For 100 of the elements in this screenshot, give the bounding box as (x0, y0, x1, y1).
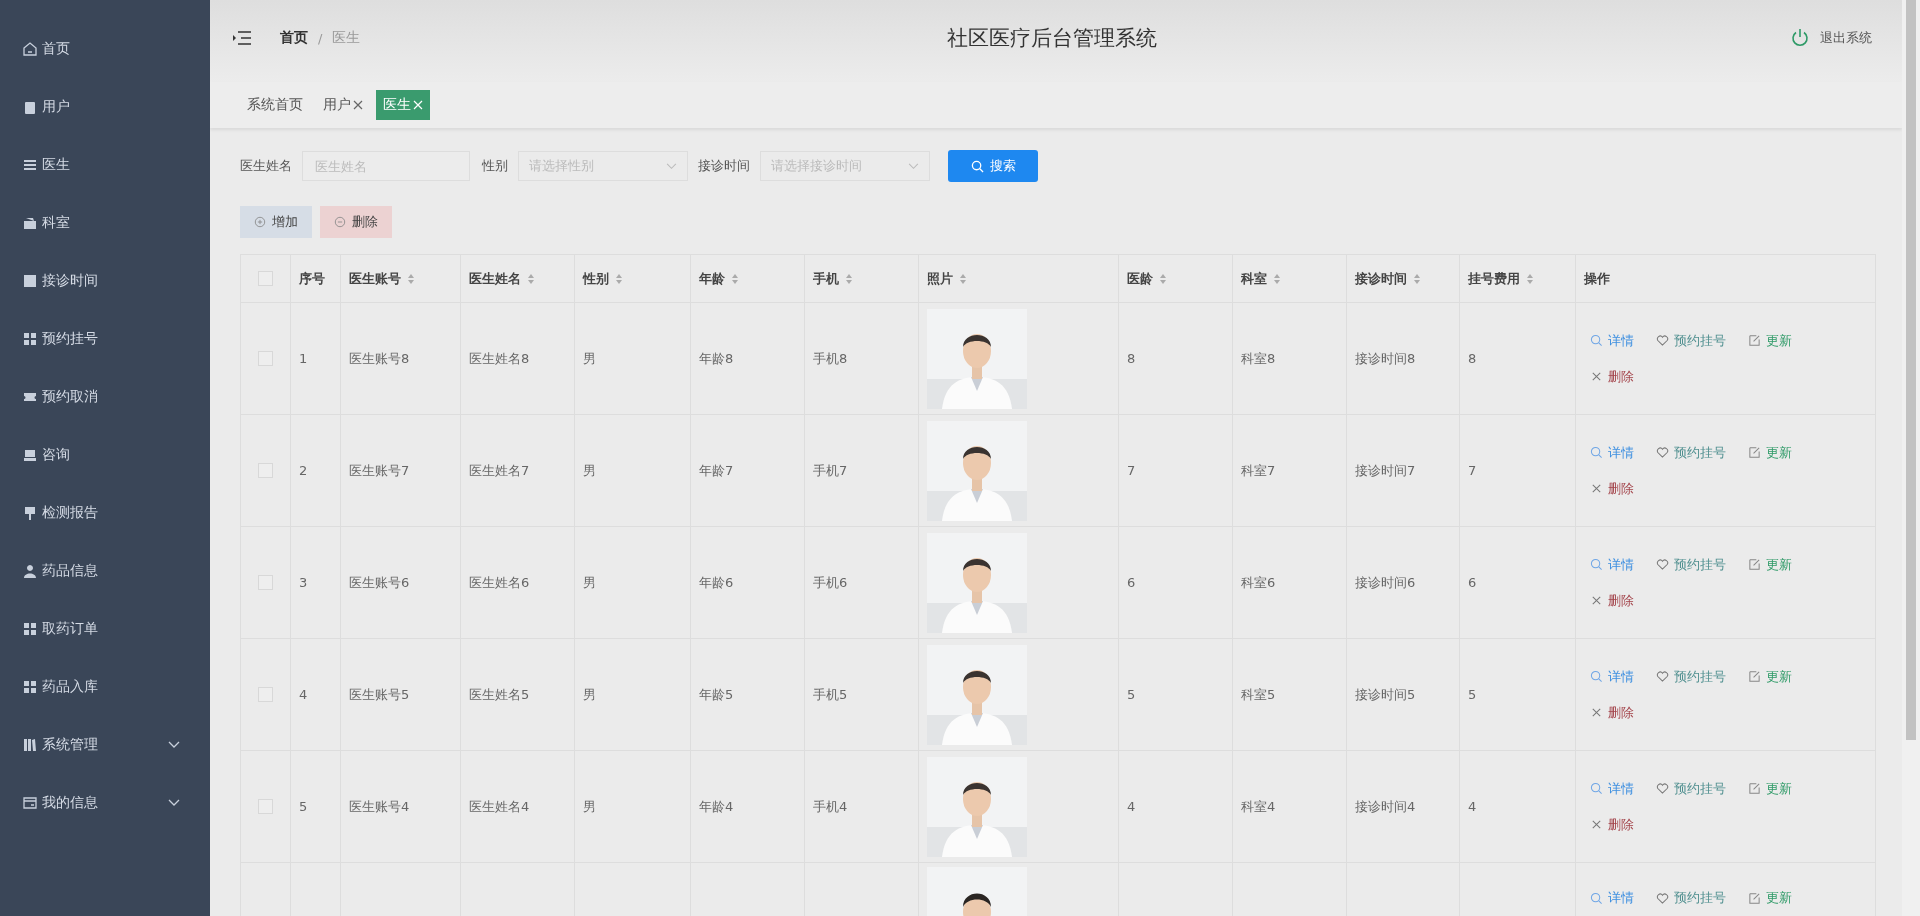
table-cell: 医生姓名7 (469, 461, 530, 480)
action-link[interactable]: 预约挂号 (1656, 555, 1726, 574)
sidebar-item[interactable]: 预约挂号 (0, 310, 210, 368)
sort-icon[interactable] (615, 272, 623, 285)
sidebar-item[interactable]: 接诊时间 (0, 252, 210, 310)
breadcrumb-item[interactable]: 首页 (280, 29, 308, 47)
app-title: 社区医疗后台管理系统 (947, 25, 1157, 52)
column-header: 性别 (583, 269, 609, 288)
action-link[interactable]: 预约挂号 (1656, 667, 1726, 686)
action-link[interactable]: 更新 (1748, 555, 1792, 574)
column-header: 手机 (813, 269, 839, 288)
action-link[interactable]: 更新 (1748, 779, 1792, 798)
sidebar-item[interactable]: 医生 (0, 136, 210, 194)
action-link[interactable]: 删除 (1590, 479, 1634, 498)
action-link[interactable]: 删除 (1590, 815, 1634, 834)
table-cell: 手机4 (813, 797, 848, 816)
edit-icon (1748, 446, 1761, 459)
action-link[interactable]: 详情 (1590, 331, 1634, 350)
action-link[interactable]: 删除 (1590, 591, 1634, 610)
sidebar-item[interactable]: 预约取消 (0, 368, 210, 426)
column-header: 序号 (299, 269, 325, 288)
action-link[interactable]: 更新 (1748, 331, 1792, 350)
scrollbar[interactable] (1902, 0, 1920, 916)
action-link[interactable]: 预约挂号 (1656, 779, 1726, 798)
sidebar-item[interactable]: 系统管理 (0, 716, 210, 774)
table-cell: 男 (583, 461, 596, 480)
column-header: 医生姓名 (469, 269, 521, 288)
filter-label: 医生姓名 (240, 157, 292, 175)
action-link[interactable]: 详情 (1590, 555, 1634, 574)
action-link[interactable]: 预约挂号 (1656, 889, 1726, 907)
action-link[interactable]: 更新 (1748, 889, 1792, 907)
sidebar-item[interactable]: 咨询 (0, 426, 210, 484)
sidebar-item[interactable]: 用户 (0, 78, 210, 136)
table-cell: 医生姓名8 (469, 349, 530, 368)
action-link[interactable]: 更新 (1748, 443, 1792, 462)
sidebar-item[interactable]: 药品入库 (0, 658, 210, 716)
sidebar-item[interactable]: 取药订单 (0, 600, 210, 658)
sidebar-item[interactable]: 检测报告 (0, 484, 210, 542)
action-link[interactable]: 详情 (1590, 443, 1634, 462)
user-icon (22, 563, 38, 579)
sidebar-item[interactable]: 科室 (0, 194, 210, 252)
search-icon (1590, 670, 1603, 683)
table-cell: 年龄4 (699, 797, 734, 816)
table-cell: 4 (1127, 799, 1136, 814)
menu-icon[interactable] (232, 30, 252, 46)
action-link[interactable]: 详情 (1590, 667, 1634, 686)
logout-link[interactable]: 退出系统 (1542, 28, 1872, 48)
close-icon (1590, 482, 1603, 495)
action-link[interactable]: 预约挂号 (1656, 443, 1726, 462)
sort-icon[interactable] (527, 272, 535, 285)
sort-icon[interactable] (845, 272, 853, 285)
list-icon (22, 157, 38, 173)
edit-icon (1748, 558, 1761, 571)
sort-icon[interactable] (1526, 272, 1534, 285)
table-cell: 科室6 (1241, 573, 1276, 592)
table-cell: 医生姓名6 (469, 573, 530, 592)
action-link[interactable]: 详情 (1590, 889, 1634, 907)
table-cell: 6 (1127, 575, 1136, 590)
table-cell: 5 (1127, 687, 1136, 702)
table-cell: 男 (583, 797, 596, 816)
tab[interactable]: 系统首页 (240, 90, 310, 120)
tab[interactable]: 医生 (376, 90, 430, 120)
delete-button[interactable]: 删除 (320, 206, 392, 238)
sidebar-item[interactable]: 我的信息 (0, 774, 210, 832)
sort-icon[interactable] (1159, 272, 1167, 285)
table-cell: 男 (583, 685, 596, 704)
tab[interactable]: 用户 (316, 90, 370, 120)
sort-icon[interactable] (731, 272, 739, 285)
sort-icon[interactable] (1273, 272, 1281, 285)
table-cell: 医生账号5 (349, 685, 410, 704)
table-cell: 手机7 (813, 461, 848, 480)
heart-icon (1656, 891, 1669, 905)
edit-icon (1748, 782, 1761, 795)
search-button[interactable]: 搜索 (948, 150, 1038, 182)
table-cell: 接诊时间7 (1355, 461, 1416, 480)
action-link[interactable]: 预约挂号 (1656, 331, 1726, 350)
action-link[interactable]: 删除 (1590, 367, 1634, 386)
filter-label: 性别 (482, 157, 508, 175)
table-cell: 年龄6 (699, 573, 734, 592)
add-button[interactable]: 增加 (240, 206, 312, 238)
minus-circle-icon (334, 216, 346, 228)
sort-icon[interactable] (959, 272, 967, 285)
sidebar-item[interactable]: 首页 (0, 20, 210, 78)
sidebar-item[interactable]: 药品信息 (0, 542, 210, 600)
grid-icon (22, 621, 38, 637)
sort-icon[interactable] (407, 272, 415, 285)
table-cell: 接诊时间6 (1355, 573, 1416, 592)
action-link[interactable]: 更新 (1748, 667, 1792, 686)
action-link[interactable]: 详情 (1590, 779, 1634, 798)
close-icon (1590, 594, 1603, 607)
close-icon (1590, 706, 1603, 719)
sort-icon[interactable] (1413, 272, 1421, 285)
table-cell: 接诊时间4 (1355, 797, 1416, 816)
table-cell: 男 (583, 573, 596, 592)
table-cell: 5 (299, 799, 308, 814)
table-cell: 科室8 (1241, 349, 1276, 368)
close-icon[interactable] (353, 100, 363, 110)
table-cell: 手机8 (813, 349, 848, 368)
action-link[interactable]: 删除 (1590, 703, 1634, 722)
table-cell: 3 (299, 575, 308, 590)
